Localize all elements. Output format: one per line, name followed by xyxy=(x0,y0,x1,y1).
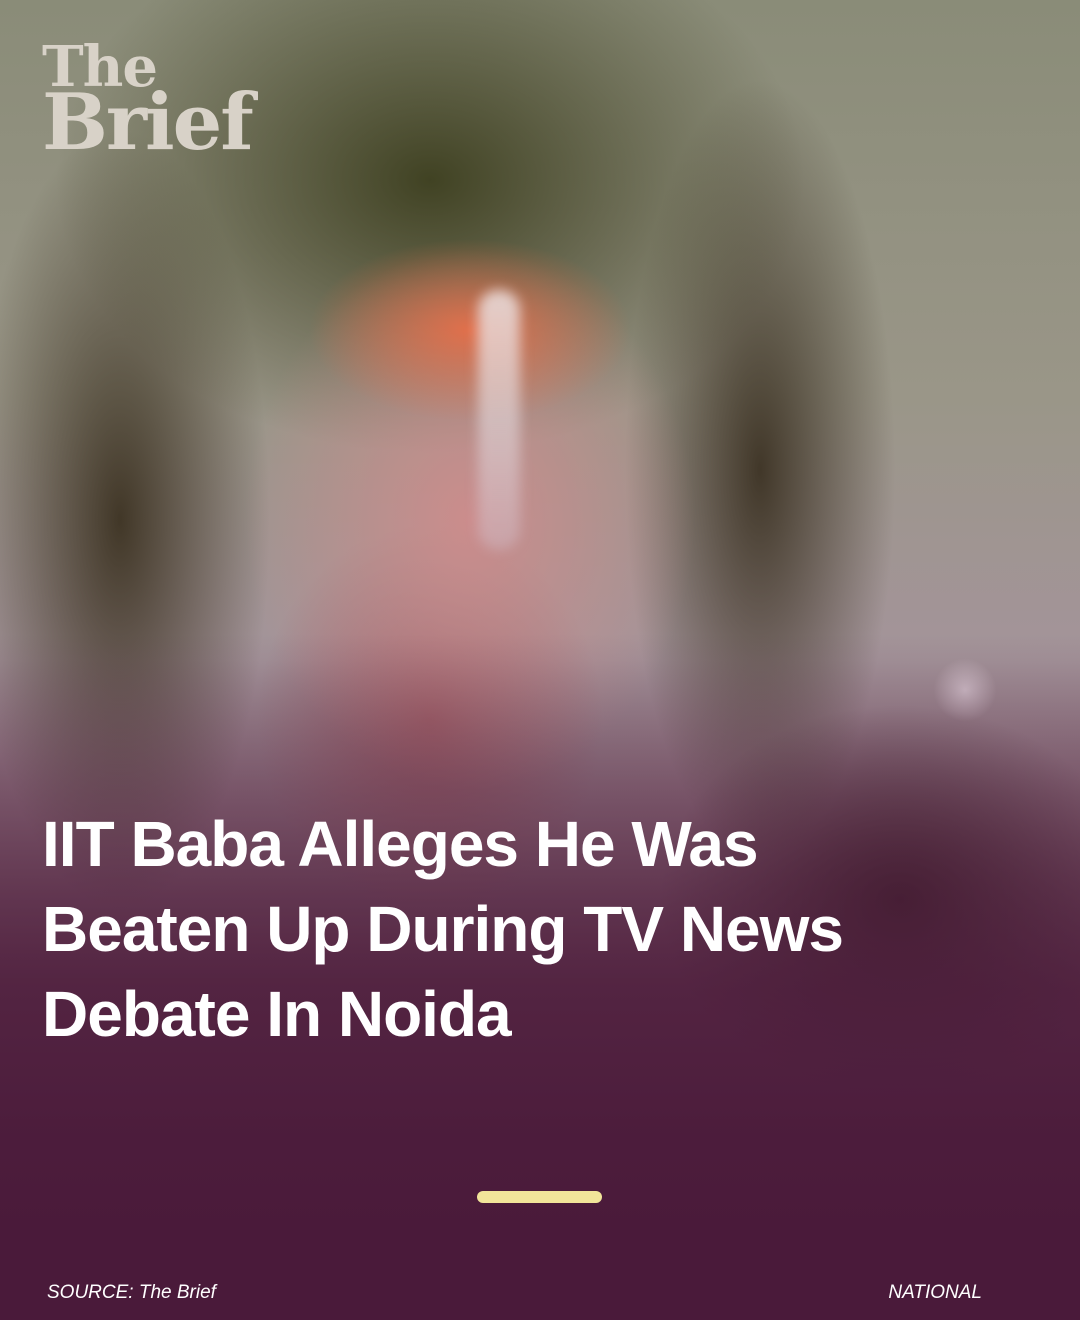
story-footer: SOURCE: The Brief NATIONAL xyxy=(47,1282,982,1304)
gradient-overlay xyxy=(0,0,1080,1320)
source-credit: SOURCE: The Brief xyxy=(47,1282,216,1303)
logo-line-brief: Brief xyxy=(42,77,254,169)
brand-logo: The Brief xyxy=(42,39,254,169)
story-headline: IIT Baba Alleges He Was Beaten Up During… xyxy=(42,808,844,1050)
story-progress-indicator xyxy=(477,1191,602,1203)
category-label: NATIONAL xyxy=(888,1282,982,1303)
story-card[interactable]: The Brief IIT Baba Alleges He Was Beaten… xyxy=(0,0,1080,1320)
